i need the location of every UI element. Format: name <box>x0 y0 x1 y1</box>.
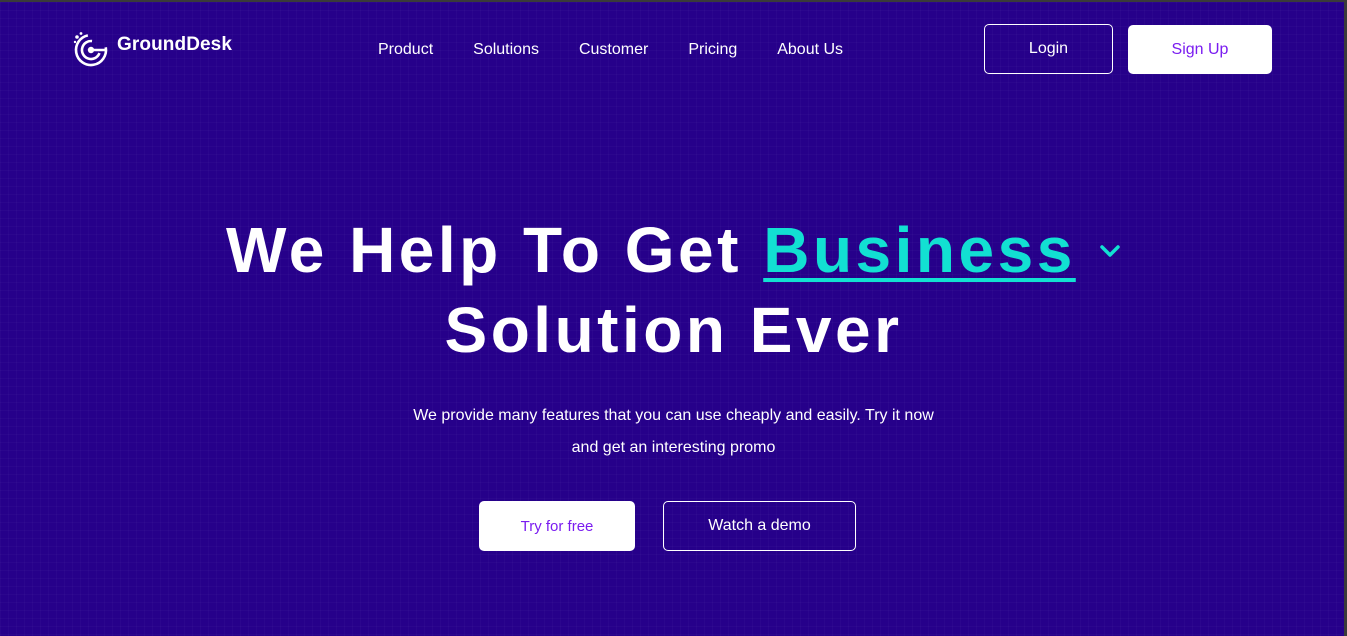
brand-name: GroundDesk <box>117 34 233 55</box>
chevron-down-icon[interactable] <box>1099 244 1121 258</box>
hero-title: We Help To Get Business Solution Ever <box>0 210 1347 370</box>
grounddesk-logo-icon <box>73 32 108 67</box>
nav-item-about-us[interactable]: About Us <box>777 40 843 60</box>
watch-demo-button[interactable]: Watch a demo <box>663 501 856 551</box>
hero-title-line-2: Solution Ever <box>444 294 903 366</box>
rotating-word-dropdown[interactable]: Business <box>763 214 1076 286</box>
main-nav: Product Solutions Customer Pricing About… <box>378 40 843 60</box>
sign-up-button[interactable]: Sign Up <box>1128 25 1272 74</box>
nav-item-product[interactable]: Product <box>378 40 433 60</box>
landing-page: GroundDesk Product Solutions Customer Pr… <box>0 0 1347 636</box>
hero-subtitle-line-2: and get an interesting promo <box>571 439 776 456</box>
login-button[interactable]: Login <box>984 24 1113 74</box>
brand-logo-link[interactable]: GroundDesk <box>72 30 232 68</box>
try-for-free-button[interactable]: Try for free <box>479 501 635 551</box>
nav-item-pricing[interactable]: Pricing <box>688 40 737 60</box>
nav-item-customer[interactable]: Customer <box>579 40 648 60</box>
hero-title-line-1: We Help To Get Business <box>0 210 1347 290</box>
hero-subtitle-line-1: We provide many features that you can us… <box>413 407 934 424</box>
nav-item-solutions[interactable]: Solutions <box>473 40 539 60</box>
hero-subtitle: We provide many features that you can us… <box>0 400 1347 464</box>
hero-title-prefix: We Help To Get <box>225 214 742 286</box>
